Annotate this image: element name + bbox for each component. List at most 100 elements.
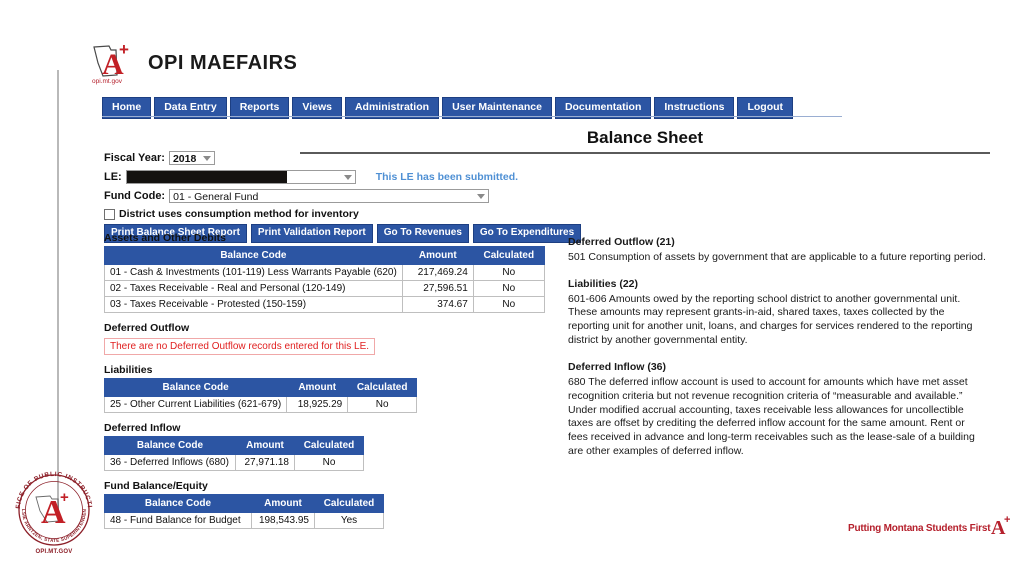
app-header: A + opi.mt.gov OPI MAEFAIRS xyxy=(90,36,297,90)
deferred-inflow-table: Balance Code Amount Calculated 36 - Defe… xyxy=(104,436,364,471)
cell-balance-code: 48 - Fund Balance for Budget xyxy=(104,512,252,529)
account-definitions-panel: Deferred Outflow (21) 501 Consumption of… xyxy=(568,236,986,472)
cell-balance-code: 25 - Other Current Liabilities (621-679) xyxy=(103,396,288,413)
maefairs-application: A + opi.mt.gov OPI MAEFAIRS Home Data En… xyxy=(90,36,995,536)
page-title: Balance Sheet xyxy=(586,128,704,147)
definition-title: Liabilities (22) xyxy=(568,277,639,290)
chevron-down-icon xyxy=(202,156,211,161)
svg-text:+: + xyxy=(119,41,129,59)
section-deferred-outflow: Deferred Outflow There are no Deferred O… xyxy=(104,322,554,355)
column-amount: Amount xyxy=(286,378,349,397)
cell-calculated: No xyxy=(347,396,418,413)
definition-title: Deferred Inflow (36) xyxy=(568,361,667,374)
definition-title: Deferred Outflow (21) xyxy=(568,236,675,248)
le-select[interactable] xyxy=(125,170,356,184)
cell-calculated: No xyxy=(472,296,545,313)
liabilities-table: Balance Code Amount Calculated 25 - Othe… xyxy=(103,378,418,413)
balance-sheet-filters: Fiscal Year: 2018 LE: This LE has been s… xyxy=(104,150,582,243)
inventory-method-label: District uses consumption method for inv… xyxy=(119,208,359,220)
le-label: LE: xyxy=(104,171,122,183)
fund-code-value: 01 - General Fund xyxy=(173,191,259,203)
fund-code-select[interactable]: 01 - General Fund xyxy=(169,189,490,203)
svg-text:+: + xyxy=(60,489,69,506)
chevron-down-icon xyxy=(477,194,486,199)
app-title: OPI MAEFAIRS xyxy=(148,51,298,74)
nav-divider xyxy=(102,116,842,117)
fiscal-year-row: Fiscal Year: 2018 xyxy=(104,150,534,166)
fiscal-year-value: 2018 xyxy=(172,153,197,165)
page-left-rule xyxy=(57,70,59,510)
cell-balance-code: 01 - Cash & Investments (101-119) Less W… xyxy=(104,264,403,281)
fund-code-row: Fund Code: 01 - General Fund xyxy=(104,188,534,204)
fund-code-label: Fund Code: xyxy=(104,190,166,202)
svg-text:+: + xyxy=(1004,514,1010,526)
seal-caption: OPI.MT.GOV xyxy=(35,549,73,555)
inventory-method-row: District uses consumption method for inv… xyxy=(104,208,534,220)
assets-table: Balance Code Amount Calculated 01 - Cash… xyxy=(104,246,545,313)
column-balance-code: Balance Code xyxy=(104,246,403,265)
table-row: 02 - Taxes Receivable - Real and Persona… xyxy=(104,280,545,297)
fiscal-year-select[interactable]: 2018 xyxy=(168,151,215,165)
column-amount: Amount xyxy=(251,494,315,513)
cell-balance-code: 03 - Taxes Receivable - Protested (150-1… xyxy=(104,296,403,313)
assets-heading: Assets and Other Debits xyxy=(104,232,226,244)
cell-balance-code: 36 - Deferred Inflows (680) xyxy=(104,454,236,471)
table-header-row: Balance Code Amount Calculated xyxy=(104,436,364,455)
cell-amount: 27,971.18 xyxy=(235,454,295,471)
definition-liabilities: Liabilities (22) 601-606 Amounts owed by… xyxy=(568,278,986,348)
table-row: 36 - Deferred Inflows (680) 27,971.18 No xyxy=(104,454,364,471)
footer-tagline: Putting Montana Students First xyxy=(848,523,991,534)
fund-balance-heading: Fund Balance/Equity xyxy=(104,480,208,492)
section-fund-balance: Fund Balance/Equity Balance Code Amount … xyxy=(104,480,554,529)
cell-amount: 198,543.95 xyxy=(251,512,315,529)
table-header-row: Balance Code Amount Calculated xyxy=(104,246,545,265)
deferred-inflow-heading: Deferred Inflow xyxy=(104,422,181,434)
table-row: 48 - Fund Balance for Budget 198,543.95 … xyxy=(104,512,384,529)
definition-deferred-inflow: Deferred Inflow (36) 680 The deferred in… xyxy=(568,361,986,459)
footer-aplus-logo-icon: A + xyxy=(990,513,1016,544)
chevron-down-icon xyxy=(343,175,352,180)
cell-calculated: No xyxy=(294,454,364,471)
cell-amount: 27,596.51 xyxy=(401,280,474,297)
opi-aplus-logo-icon: A + opi.mt.gov xyxy=(90,40,140,85)
cell-calculated: Yes xyxy=(314,512,384,529)
balance-sheet-sections: Assets and Other Debits Balance Code Amo… xyxy=(103,232,554,538)
definition-body: 501 Consumption of assets by government … xyxy=(568,250,986,263)
liabilities-heading: Liabilities xyxy=(104,364,153,376)
definition-deferred-outflow: Deferred Outflow (21) 501 Consumption of… xyxy=(568,236,986,265)
cell-amount: 374.67 xyxy=(401,296,474,313)
column-balance-code: Balance Code xyxy=(104,494,252,513)
deferred-outflow-heading: Deferred Outflow xyxy=(104,322,190,334)
deferred-outflow-empty-message: There are no Deferred Outflow records en… xyxy=(104,338,376,355)
definition-body: 680 The deferred inflow account is used … xyxy=(568,375,975,458)
section-assets: Assets and Other Debits Balance Code Amo… xyxy=(104,232,554,313)
cell-calculated: No xyxy=(472,280,545,297)
table-row: 01 - Cash & Investments (101-119) Less W… xyxy=(104,264,545,281)
definition-body: 601-606 Amounts owed by the reporting sc… xyxy=(568,292,973,347)
section-liabilities: Liabilities Balance Code Amount Calculat… xyxy=(103,364,554,413)
logo-caption-text: opi.mt.gov xyxy=(92,78,123,85)
column-calculated: Calculated xyxy=(347,378,418,397)
cell-amount: 217,469.24 xyxy=(401,264,474,281)
column-calculated: Calculated xyxy=(472,246,545,265)
column-amount: Amount xyxy=(235,436,295,455)
column-calculated: Calculated xyxy=(294,436,364,455)
footer-tagline-block: Putting Montana Students First A + xyxy=(848,513,1016,544)
le-redaction-overlay xyxy=(126,171,287,183)
column-balance-code: Balance Code xyxy=(103,378,288,397)
table-header-row: Balance Code Amount Calculated xyxy=(103,378,418,397)
table-row: 03 - Taxes Receivable - Protested (150-1… xyxy=(104,296,545,313)
cell-balance-code: 02 - Taxes Receivable - Real and Persona… xyxy=(104,280,403,297)
le-row: LE: This LE has been submitted. xyxy=(104,169,534,185)
table-header-row: Balance Code Amount Calculated xyxy=(104,494,384,513)
fiscal-year-label: Fiscal Year: xyxy=(104,152,165,164)
inventory-method-checkbox[interactable] xyxy=(104,208,115,220)
fund-balance-table: Balance Code Amount Calculated 48 - Fund… xyxy=(104,494,384,529)
cell-amount: 18,925.29 xyxy=(286,396,349,413)
section-deferred-inflow: Deferred Inflow Balance Code Amount Calc… xyxy=(104,422,554,471)
opi-official-seal-icon: OFFICE OF PUBLIC INSTRUCTION ELSIE ARNTZ… xyxy=(5,461,100,562)
table-row: 25 - Other Current Liabilities (621-679)… xyxy=(103,396,418,413)
column-calculated: Calculated xyxy=(314,494,384,513)
le-status-note: This LE has been submitted. xyxy=(375,171,519,183)
column-amount: Amount xyxy=(401,246,474,265)
